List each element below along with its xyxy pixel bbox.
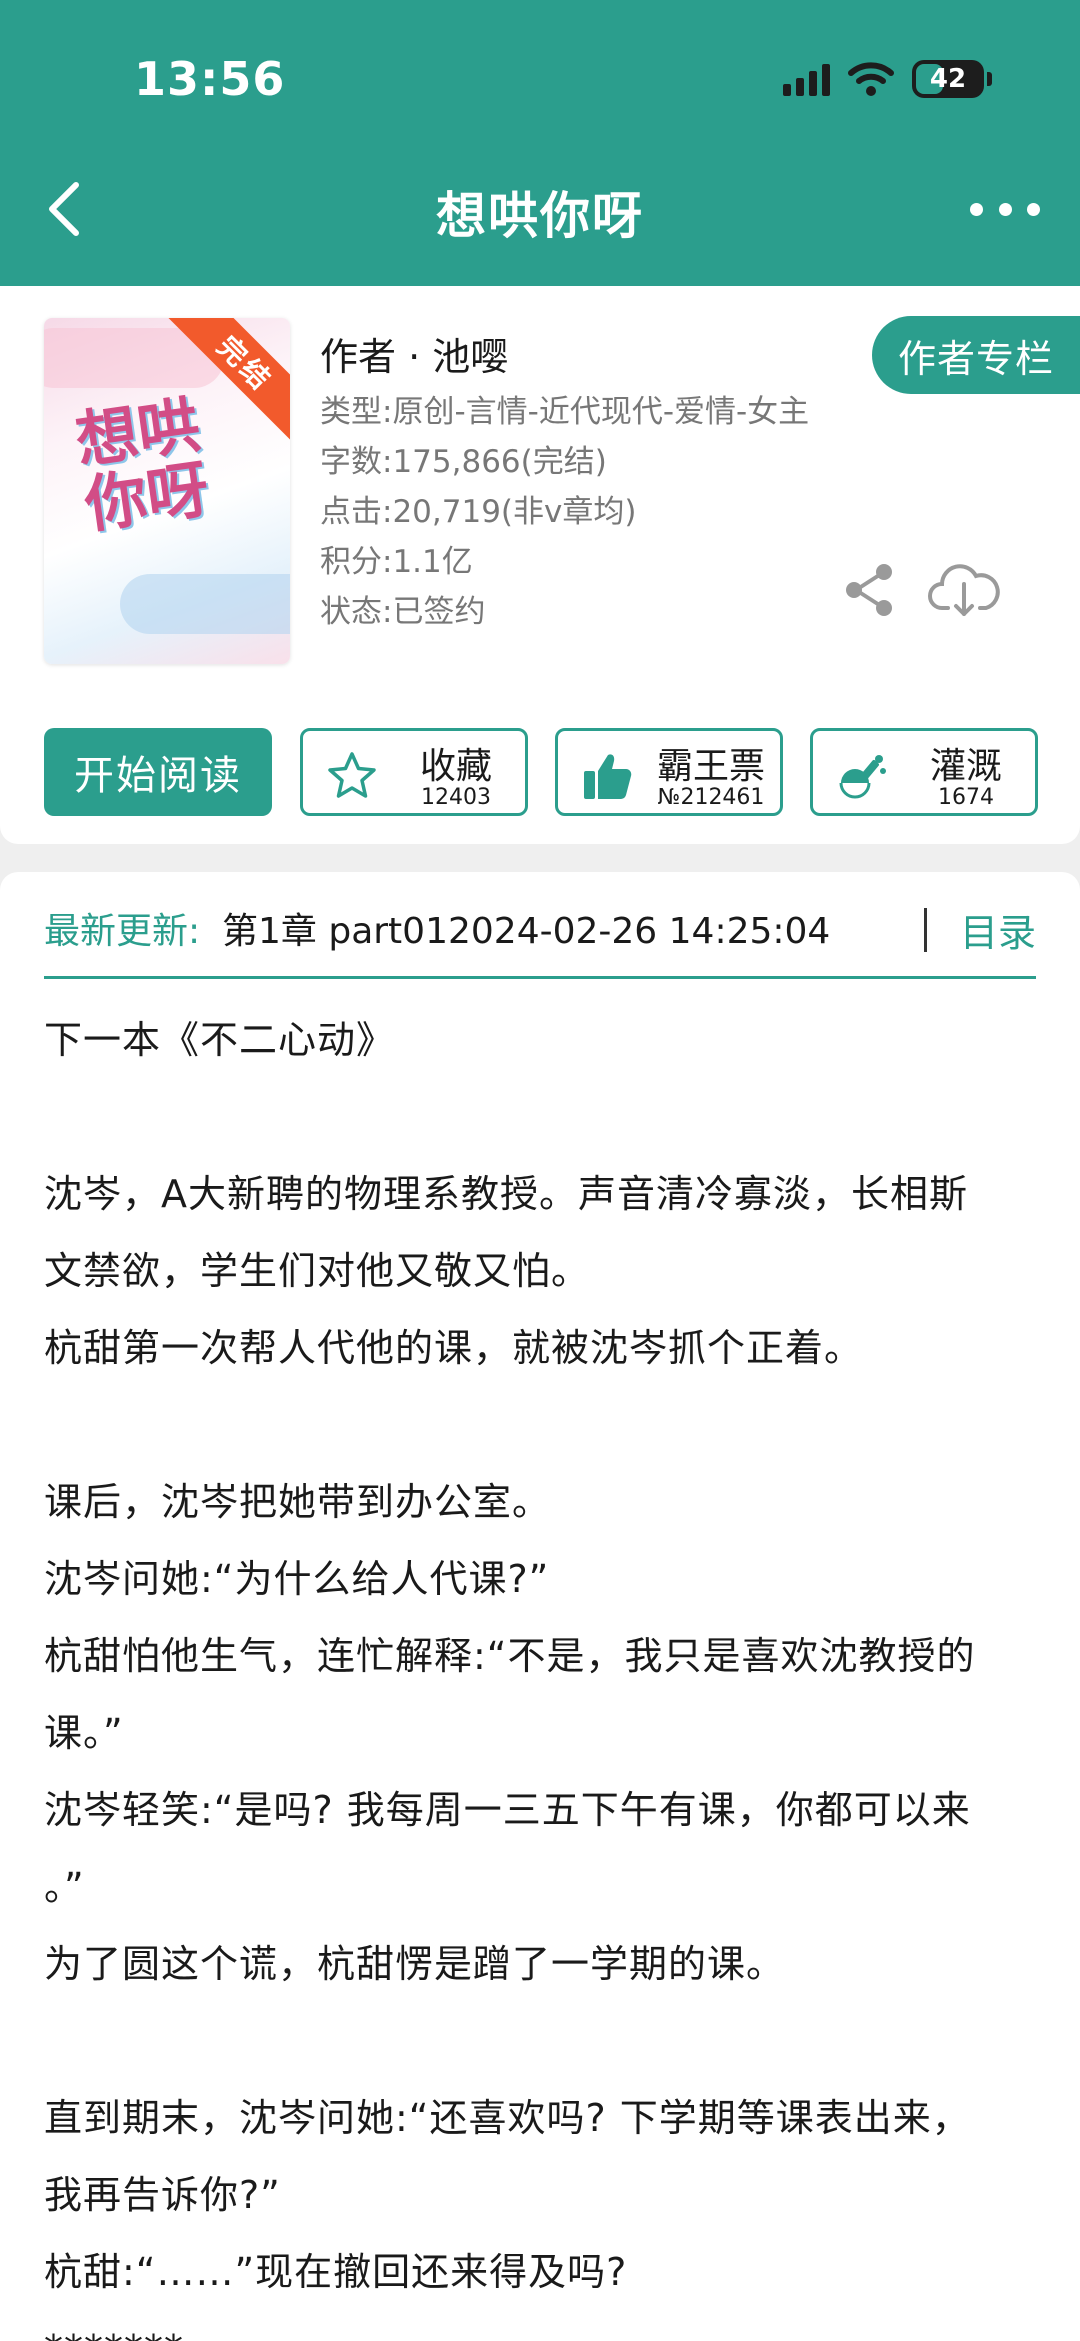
nutrient-flask-icon <box>839 755 886 799</box>
irrigate-button[interactable]: 灌溉 1674 <box>810 728 1038 816</box>
status-time: 13:56 <box>134 52 286 106</box>
favorite-count: 12403 <box>421 785 491 810</box>
book-status: 状态:已签约 <box>320 594 486 630</box>
description-line <box>44 1079 1036 1156</box>
thumbs-up-icon <box>584 754 632 799</box>
favorite-button[interactable]: 收藏 12403 <box>300 728 528 816</box>
cover-title: 想哄你呀 <box>71 387 214 542</box>
book-info-card: 想哄你呀 完结 作者 · 池嘤 作者专栏 类型:原创-言情-近代现代-爱情-女主… <box>0 286 1080 844</box>
status-icons: 42 <box>783 54 992 104</box>
battery-percent: 42 <box>929 64 967 94</box>
battery-cap <box>987 72 992 86</box>
description-line <box>44 2003 1036 2080</box>
book-cover[interactable]: 想哄你呀 完结 <box>44 318 290 664</box>
battery-indicator: 42 <box>912 60 992 98</box>
tyrant-ticket-label: 霸王票 <box>656 746 765 787</box>
start-reading-button[interactable]: 开始阅读 <box>44 728 272 816</box>
description-line: 沈岑，A大新聘的物理系教授。声音清冷寡淡，长相斯 <box>44 1172 968 1216</box>
description-line: 杭甜怕他生气，连忙解释:“不是，我只是喜欢沈教授的 <box>44 1634 976 1678</box>
description-line: ******* <box>44 2311 1036 2341</box>
wifi-icon <box>848 62 894 96</box>
description-line: 下一本《不二心动》 <box>44 1018 396 1062</box>
author-column-button[interactable]: 作者专栏 <box>872 316 1080 394</box>
star-icon <box>328 752 376 798</box>
description-line: 课后，沈岑把她带到办公室。 <box>44 1480 552 1524</box>
page-title: 想哄你呀 <box>436 187 644 245</box>
description-line: 课。” <box>44 1711 124 1755</box>
latest-update-row[interactable]: 最新更新: 第1章 part012024-02-26 14:25:04 目录 <box>44 902 1036 960</box>
book-word-count: 字数:175,866(完结) <box>320 444 607 480</box>
description-line: 沈岑问她:“为什么给人代课?” <box>44 1557 550 1601</box>
description-line: 杭甜第一次帮人代他的课，就被沈岑抓个正着。 <box>44 1326 864 1370</box>
book-clicks: 点击:20,719(非v章均) <box>320 494 637 530</box>
description-line: 文禁欲，学生们对他又敬又怕。 <box>44 1249 591 1293</box>
tyrant-ticket-count: №212461 <box>657 785 765 810</box>
tyrant-ticket-button[interactable]: 霸王票 №212461 <box>555 728 783 816</box>
irrigate-label: 灌溉 <box>929 746 1002 787</box>
book-type: 类型:原创-言情-近代现代-爱情-女主 <box>320 394 810 430</box>
latest-update-text[interactable]: 第1章 part012024-02-26 14:25:04 <box>222 902 830 954</box>
section-divider <box>44 976 1036 979</box>
favorite-label: 收藏 <box>419 746 492 787</box>
irrigate-count: 1674 <box>938 785 994 810</box>
description-line: 杭甜:“……”现在撤回还来得及吗? <box>44 2250 628 2294</box>
description-line: 。” <box>44 1865 85 1909</box>
share-icon[interactable] <box>842 562 898 618</box>
cellular-signal-icon <box>783 62 830 96</box>
top-bar: 13:56 42 想哄你呀 <box>0 0 1080 286</box>
description-line: 我再告诉你?” <box>44 2173 281 2217</box>
latest-update-label: 最新更新: <box>44 911 201 952</box>
book-score: 积分:1.1亿 <box>320 544 473 580</box>
table-of-contents-link[interactable]: 目录 <box>960 902 1036 957</box>
cloud-download-icon[interactable] <box>928 558 1000 622</box>
description-line: 直到期末，沈岑问她:“还喜欢吗? 下学期等课表出来， <box>44 2096 971 2140</box>
description-line: 沈岑轻笑:“是吗? 我每周一三五下午有课，你都可以来 <box>44 1788 971 1832</box>
action-row: 开始阅读 收藏 12403 霸王票 №212461 灌溉 1674 <box>44 728 1038 816</box>
book-description: 下一本《不二心动》 沈岑，A大新聘的物理系教授。声音清冷寡淡，长相斯 文禁欲，学… <box>44 1002 1036 2341</box>
more-options-icon[interactable] <box>970 190 1040 228</box>
description-line <box>44 1387 1036 1464</box>
book-content-card: 最新更新: 第1章 part012024-02-26 14:25:04 目录 下… <box>0 872 1080 2341</box>
description-line: 为了圆这个谎，杭甜愣是蹭了一学期的课。 <box>44 1942 786 1986</box>
author-name[interactable]: 作者 · 池嘤 <box>320 326 508 381</box>
divider <box>924 908 927 952</box>
battery-icon: 42 <box>912 60 984 98</box>
